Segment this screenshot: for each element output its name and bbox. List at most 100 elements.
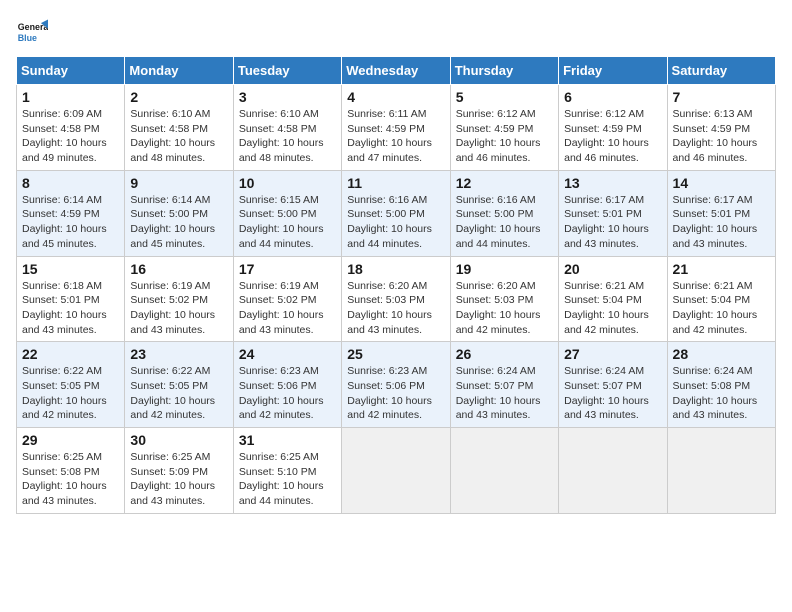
page-header: General Blue	[16, 16, 776, 48]
cell-day-number: 5	[456, 89, 553, 105]
calendar-cell: 10Sunrise: 6:15 AMSunset: 5:00 PMDayligh…	[233, 170, 341, 256]
cell-day-number: 4	[347, 89, 444, 105]
calendar-cell: 29 Sunrise: 6:25 AMSunset: 5:08 PMDayligh…	[17, 428, 125, 514]
cell-info: Sunrise: 6:11 AMSunset: 4:59 PMDaylight:…	[347, 107, 444, 166]
cell-info: Sunrise: 6:14 AMSunset: 4:59 PMDaylight:…	[22, 193, 119, 252]
calendar-cell: 22 Sunrise: 6:22 AMSunset: 5:05 PMDayligh…	[17, 342, 125, 428]
logo-icon: General Blue	[16, 16, 48, 48]
cell-day-number: 9	[130, 175, 227, 191]
calendar-cell: 24 Sunrise: 6:23 AMSunset: 5:06 PMDayligh…	[233, 342, 341, 428]
cell-info: Sunrise: 6:18 AMSunset: 5:01 PMDaylight:…	[22, 279, 119, 338]
cell-day-number: 14	[673, 175, 770, 191]
cell-day-number: 31	[239, 432, 336, 448]
calendar-week-5: 29 Sunrise: 6:25 AMSunset: 5:08 PMDayligh…	[17, 428, 776, 514]
calendar-cell: 16 Sunrise: 6:19 AMSunset: 5:02 PMDayligh…	[125, 256, 233, 342]
cell-day-number: 10	[239, 175, 336, 191]
cell-info: Sunrise: 6:22 AMSunset: 5:05 PMDaylight:…	[22, 364, 119, 423]
calendar-cell: 6 Sunrise: 6:12 AMSunset: 4:59 PMDaylight…	[559, 85, 667, 171]
calendar-cell: 31 Sunrise: 6:25 AMSunset: 5:10 PMDayligh…	[233, 428, 341, 514]
col-header-friday: Friday	[559, 57, 667, 85]
calendar-cell: 2Sunrise: 6:10 AMSunset: 4:58 PMDaylight…	[125, 85, 233, 171]
col-header-saturday: Saturday	[667, 57, 775, 85]
col-header-thursday: Thursday	[450, 57, 558, 85]
calendar-cell: 21 Sunrise: 6:21 AMSunset: 5:04 PMDayligh…	[667, 256, 775, 342]
cell-info: Sunrise: 6:24 AMSunset: 5:08 PMDaylight:…	[673, 364, 770, 423]
calendar-header-row: SundayMondayTuesdayWednesdayThursdayFrid…	[17, 57, 776, 85]
cell-info: Sunrise: 6:19 AMSunset: 5:02 PMDaylight:…	[239, 279, 336, 338]
cell-day-number: 22	[22, 346, 119, 362]
cell-day-number: 11	[347, 175, 444, 191]
cell-info: Sunrise: 6:12 AMSunset: 4:59 PMDaylight:…	[456, 107, 553, 166]
cell-day-number: 18	[347, 261, 444, 277]
cell-info: Sunrise: 6:09 AMSunset: 4:58 PMDaylight:…	[22, 107, 119, 166]
calendar-cell: 19Sunrise: 6:20 AMSunset: 5:03 PMDayligh…	[450, 256, 558, 342]
col-header-sunday: Sunday	[17, 57, 125, 85]
calendar-cell	[342, 428, 450, 514]
cell-day-number: 16	[130, 261, 227, 277]
cell-day-number: 15	[22, 261, 119, 277]
calendar-cell: 30Sunrise: 6:25 AMSunset: 5:09 PMDayligh…	[125, 428, 233, 514]
cell-info: Sunrise: 6:21 AMSunset: 5:04 PMDaylight:…	[564, 279, 661, 338]
calendar-week-4: 22 Sunrise: 6:22 AMSunset: 5:05 PMDayligh…	[17, 342, 776, 428]
calendar-cell: 13 Sunrise: 6:17 AMSunset: 5:01 PMDayligh…	[559, 170, 667, 256]
calendar-cell: 12 Sunrise: 6:16 AMSunset: 5:00 PMDayligh…	[450, 170, 558, 256]
cell-day-number: 17	[239, 261, 336, 277]
cell-day-number: 28	[673, 346, 770, 362]
cell-info: Sunrise: 6:16 AMSunset: 5:00 PMDaylight:…	[347, 193, 444, 252]
col-header-tuesday: Tuesday	[233, 57, 341, 85]
cell-info: Sunrise: 6:24 AMSunset: 5:07 PMDaylight:…	[564, 364, 661, 423]
calendar-cell: 23Sunrise: 6:22 AMSunset: 5:05 PMDayligh…	[125, 342, 233, 428]
calendar-cell: 11 Sunrise: 6:16 AMSunset: 5:00 PMDayligh…	[342, 170, 450, 256]
cell-day-number: 7	[673, 89, 770, 105]
cell-day-number: 30	[130, 432, 227, 448]
calendar-cell: 7 Sunrise: 6:13 AMSunset: 4:59 PMDaylight…	[667, 85, 775, 171]
cell-day-number: 23	[130, 346, 227, 362]
cell-info: Sunrise: 6:10 AMSunset: 4:58 PMDaylight:…	[239, 107, 336, 166]
cell-info: Sunrise: 6:17 AMSunset: 5:01 PMDaylight:…	[564, 193, 661, 252]
cell-info: Sunrise: 6:24 AMSunset: 5:07 PMDaylight:…	[456, 364, 553, 423]
cell-day-number: 29	[22, 432, 119, 448]
cell-info: Sunrise: 6:25 AMSunset: 5:10 PMDaylight:…	[239, 450, 336, 509]
cell-info: Sunrise: 6:25 AMSunset: 5:08 PMDaylight:…	[22, 450, 119, 509]
calendar-cell: 20 Sunrise: 6:21 AMSunset: 5:04 PMDayligh…	[559, 256, 667, 342]
cell-info: Sunrise: 6:20 AMSunset: 5:03 PMDaylight:…	[456, 279, 553, 338]
calendar-cell	[667, 428, 775, 514]
cell-info: Sunrise: 6:20 AMSunset: 5:03 PMDaylight:…	[347, 279, 444, 338]
calendar-week-2: 8 Sunrise: 6:14 AMSunset: 4:59 PMDaylight…	[17, 170, 776, 256]
cell-day-number: 20	[564, 261, 661, 277]
calendar-cell: 25Sunrise: 6:23 AMSunset: 5:06 PMDayligh…	[342, 342, 450, 428]
calendar-cell: 17 Sunrise: 6:19 AMSunset: 5:02 PMDayligh…	[233, 256, 341, 342]
cell-day-number: 24	[239, 346, 336, 362]
cell-day-number: 6	[564, 89, 661, 105]
calendar-table: SundayMondayTuesdayWednesdayThursdayFrid…	[16, 56, 776, 514]
calendar-cell: 3 Sunrise: 6:10 AMSunset: 4:58 PMDaylight…	[233, 85, 341, 171]
logo: General Blue	[16, 16, 52, 48]
cell-info: Sunrise: 6:13 AMSunset: 4:59 PMDaylight:…	[673, 107, 770, 166]
cell-day-number: 27	[564, 346, 661, 362]
calendar-cell: 5 Sunrise: 6:12 AMSunset: 4:59 PMDaylight…	[450, 85, 558, 171]
calendar-cell: 8 Sunrise: 6:14 AMSunset: 4:59 PMDaylight…	[17, 170, 125, 256]
calendar-cell: 26Sunrise: 6:24 AMSunset: 5:07 PMDayligh…	[450, 342, 558, 428]
cell-info: Sunrise: 6:12 AMSunset: 4:59 PMDaylight:…	[564, 107, 661, 166]
calendar-cell: 4 Sunrise: 6:11 AMSunset: 4:59 PMDaylight…	[342, 85, 450, 171]
calendar-cell	[559, 428, 667, 514]
col-header-wednesday: Wednesday	[342, 57, 450, 85]
calendar-week-3: 15 Sunrise: 6:18 AMSunset: 5:01 PMDayligh…	[17, 256, 776, 342]
cell-day-number: 3	[239, 89, 336, 105]
cell-day-number: 21	[673, 261, 770, 277]
cell-day-number: 1	[22, 89, 119, 105]
calendar-week-1: 1 Sunrise: 6:09 AMSunset: 4:58 PMDaylight…	[17, 85, 776, 171]
cell-info: Sunrise: 6:16 AMSunset: 5:00 PMDaylight:…	[456, 193, 553, 252]
calendar-cell: 9Sunrise: 6:14 AMSunset: 5:00 PMDaylight…	[125, 170, 233, 256]
svg-text:Blue: Blue	[18, 33, 37, 43]
calendar-cell	[450, 428, 558, 514]
cell-info: Sunrise: 6:21 AMSunset: 5:04 PMDaylight:…	[673, 279, 770, 338]
cell-day-number: 12	[456, 175, 553, 191]
cell-info: Sunrise: 6:23 AMSunset: 5:06 PMDaylight:…	[239, 364, 336, 423]
calendar-cell: 28 Sunrise: 6:24 AMSunset: 5:08 PMDayligh…	[667, 342, 775, 428]
calendar-cell: 1 Sunrise: 6:09 AMSunset: 4:58 PMDaylight…	[17, 85, 125, 171]
cell-day-number: 8	[22, 175, 119, 191]
cell-day-number: 13	[564, 175, 661, 191]
cell-info: Sunrise: 6:19 AMSunset: 5:02 PMDaylight:…	[130, 279, 227, 338]
cell-day-number: 25	[347, 346, 444, 362]
